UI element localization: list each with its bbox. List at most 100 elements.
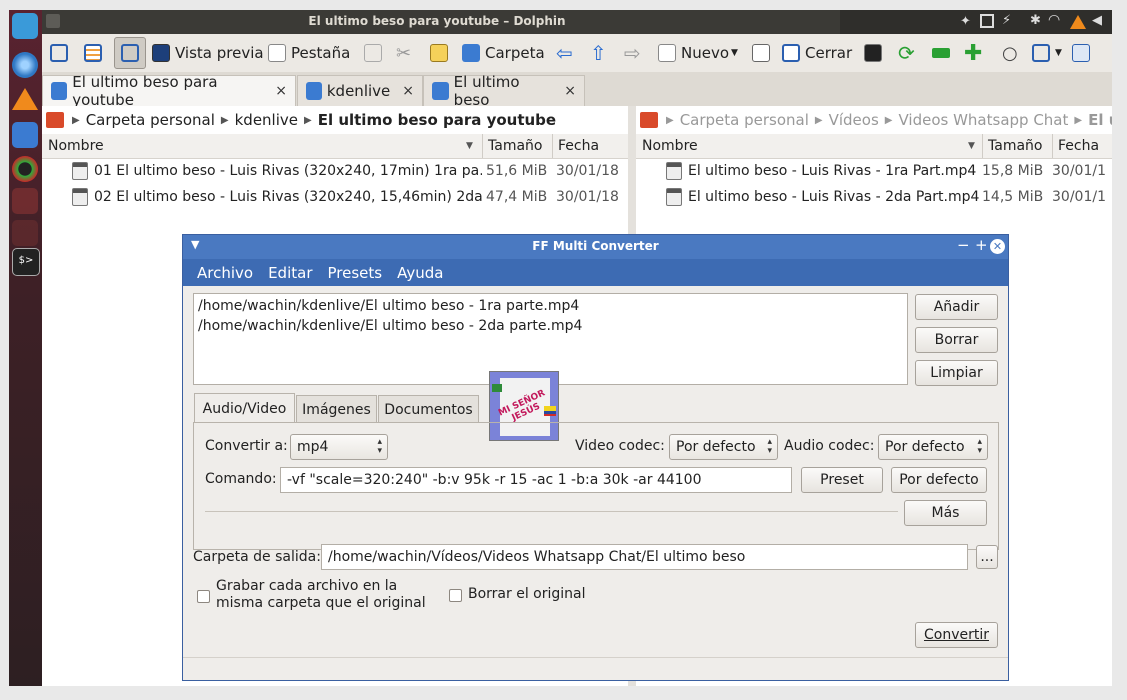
- battery-icon[interactable]: ⚡: [1002, 13, 1011, 28]
- breadcrumb-item[interactable]: Carpeta personal: [86, 111, 215, 129]
- icons-view-icon: [50, 44, 68, 62]
- convert-button[interactable]: Convertir: [915, 622, 998, 648]
- find-button[interactable]: [752, 34, 775, 72]
- preset-button[interactable]: Preset: [801, 467, 883, 493]
- back-arrow-icon: ⇦: [556, 41, 573, 65]
- browse-button[interactable]: ...: [976, 545, 998, 569]
- new-tab-button[interactable]: Pestaña: [268, 34, 350, 72]
- bluetooth-icon[interactable]: ✱: [1030, 13, 1041, 28]
- home-icon[interactable]: [640, 112, 658, 128]
- forward-button[interactable]: ⇨: [624, 34, 641, 72]
- reload-button[interactable]: ⟳: [898, 34, 915, 72]
- menu-presets[interactable]: Presets: [328, 264, 383, 282]
- paste-button[interactable]: [430, 34, 453, 72]
- tab-kdenlive[interactable]: kdenlive ×: [297, 75, 423, 106]
- files-icon[interactable]: [12, 122, 38, 148]
- split-button[interactable]: [364, 34, 387, 72]
- breadcrumb-current[interactable]: El ultim: [1088, 111, 1112, 129]
- cut-button[interactable]: ✂: [396, 34, 411, 72]
- column-size[interactable]: Tamaño: [488, 138, 542, 154]
- close-split-button[interactable]: Cerrar: [782, 34, 852, 72]
- file-date: 30/01/1: [1052, 163, 1106, 179]
- menu-ayuda[interactable]: Ayuda: [397, 264, 443, 282]
- video-codec-select[interactable]: Por defecto ▴ ▾: [669, 434, 778, 460]
- compact-view-button[interactable]: [84, 34, 107, 72]
- terminal-icon[interactable]: $>: [12, 248, 40, 276]
- close-icon[interactable]: ✕: [990, 239, 1005, 254]
- maximize-icon[interactable]: +: [975, 236, 988, 254]
- sort-arrow-icon: ▼: [466, 141, 473, 151]
- dialog-title: FF Multi Converter: [532, 239, 659, 253]
- up-button[interactable]: ⇧: [590, 34, 607, 72]
- column-size[interactable]: Tamaño: [988, 138, 1042, 154]
- file-row[interactable]: 02 El ultimo beso - Luis Rivas (320x240,…: [72, 184, 628, 210]
- panels-button[interactable]: [1072, 34, 1095, 72]
- preview-button[interactable]: Vista previa: [152, 34, 264, 72]
- details-view-button[interactable]: [114, 37, 146, 69]
- audio-codec-select[interactable]: Por defecto ▴ ▾: [878, 434, 988, 460]
- tab-el-ultimo-beso[interactable]: El ultimo beso ×: [423, 73, 585, 109]
- ubuntu-dash-icon[interactable]: [12, 13, 38, 39]
- tab-imagenes[interactable]: Imágenes: [296, 395, 377, 423]
- new-menu-button[interactable]: Nuevo ▼: [658, 34, 738, 72]
- file-row[interactable]: El ultimo beso - Luis Rivas - 1ra Part.m…: [666, 158, 1112, 184]
- add-button[interactable]: Añadir: [915, 294, 998, 320]
- view-mode-menu-button[interactable]: ▼: [1032, 34, 1062, 72]
- menu-editar[interactable]: Editar: [268, 264, 312, 282]
- delete-original-checkbox[interactable]: [449, 589, 462, 602]
- settings-icon[interactable]: [12, 220, 38, 246]
- column-date[interactable]: Fecha: [558, 138, 599, 154]
- save-same-folder-checkbox[interactable]: [197, 590, 210, 603]
- wifi-icon[interactable]: ◠: [1048, 12, 1060, 28]
- dropbox-icon[interactable]: ✦: [960, 14, 971, 29]
- editor-icon[interactable]: [12, 188, 38, 214]
- preview-label: Vista previa: [175, 44, 264, 62]
- vlc-tray-icon[interactable]: [1070, 15, 1086, 29]
- file-row[interactable]: El ultimo beso - Luis Rivas - 2da Part.m…: [666, 184, 1112, 210]
- breadcrumb-item[interactable]: kdenlive: [235, 111, 298, 129]
- clipboard-icon[interactable]: [980, 14, 994, 28]
- unity-launcher: $>: [9, 10, 42, 686]
- audio-video-panel: Convertir a: mp4 ▴ ▾ Video codec: Por def…: [193, 422, 999, 550]
- breadcrumb-item[interactable]: Carpeta personal: [680, 111, 809, 129]
- zoom-in-button[interactable]: ✚: [964, 34, 982, 72]
- icons-view-button[interactable]: [50, 34, 73, 72]
- home-icon[interactable]: [46, 112, 64, 128]
- kdenlive-icon[interactable]: [12, 156, 38, 182]
- clear-button[interactable]: Limpiar: [915, 360, 998, 386]
- breadcrumb-item[interactable]: Vídeos: [829, 111, 879, 129]
- back-button[interactable]: ⇦: [556, 34, 573, 72]
- new-folder-button[interactable]: Carpeta: [462, 34, 545, 72]
- more-button[interactable]: Más: [904, 500, 987, 526]
- record-button[interactable]: ○: [1002, 34, 1018, 72]
- output-folder-input[interactable]: /home/wachin/Vídeos/Videos Whatsapp Chat…: [321, 544, 968, 570]
- close-tab-icon[interactable]: ×: [275, 83, 287, 99]
- zoom-out-button[interactable]: [932, 34, 955, 72]
- delete-button[interactable]: Borrar: [915, 327, 998, 353]
- terminal-button[interactable]: [864, 34, 887, 72]
- column-date[interactable]: Fecha: [1058, 138, 1099, 154]
- column-name[interactable]: Nombre: [48, 138, 104, 154]
- vlc-icon[interactable]: [12, 88, 38, 110]
- command-input[interactable]: -vf "scale=320:240" -b:v 95k -r 15 -ac 1…: [280, 467, 792, 493]
- tab-documentos[interactable]: Documentos: [378, 395, 479, 423]
- close-tab-icon[interactable]: ×: [402, 83, 414, 99]
- chromium-icon[interactable]: [12, 52, 38, 78]
- breadcrumb-item[interactable]: Videos Whatsapp Chat: [898, 111, 1068, 129]
- convert-to-select[interactable]: mp4 ▴ ▾: [290, 434, 388, 460]
- volume-icon[interactable]: ◀: [1092, 13, 1102, 28]
- tab-el-ultimo-beso-para-youtube[interactable]: El ultimo beso para youtube ×: [42, 73, 296, 109]
- close-tab-icon[interactable]: ×: [564, 83, 576, 99]
- tab-audio-video[interactable]: Audio/Video: [194, 393, 295, 423]
- file-size: 51,6 MiB: [486, 163, 548, 179]
- list-item[interactable]: /home/wachin/kdenlive/El ultimo beso - 1…: [198, 296, 903, 316]
- menu-archivo[interactable]: Archivo: [197, 264, 253, 282]
- default-button[interactable]: Por defecto: [891, 467, 987, 493]
- folder-icon: [462, 44, 480, 62]
- breadcrumb-current[interactable]: El ultimo beso para youtube: [318, 111, 556, 129]
- output-folder-label: Carpeta de salida:: [193, 549, 321, 565]
- list-item[interactable]: /home/wachin/kdenlive/El ultimo beso - 2…: [198, 316, 903, 336]
- minimize-icon[interactable]: −: [957, 236, 970, 254]
- file-row[interactable]: 01 El ultimo beso - Luis Rivas (320x240,…: [72, 158, 628, 184]
- column-name[interactable]: Nombre: [642, 138, 698, 154]
